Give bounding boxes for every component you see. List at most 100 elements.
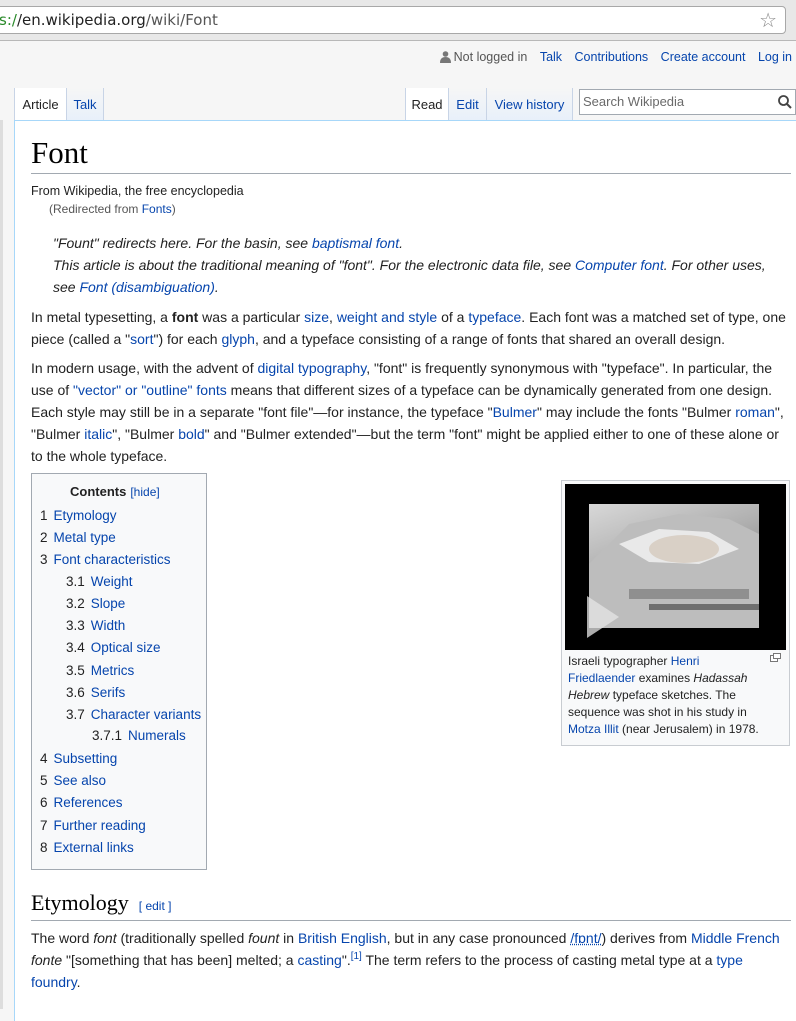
toc-item-number: 3.5 [66, 663, 85, 678]
toc-item-label[interactable]: Weight [91, 574, 133, 589]
glyph-link[interactable]: glyph [221, 331, 254, 347]
caption-italic: Hadassah [693, 671, 747, 685]
baptismal-font-link[interactable]: baptismal font [312, 235, 399, 251]
toc-item-label[interactable]: Serifs [91, 685, 126, 700]
caption-text: Israeli typographer [568, 654, 671, 668]
toc-item[interactable]: 3.5 Metrics [66, 663, 134, 678]
personal-tools: Not logged in Talk Contributions Create … [440, 49, 792, 64]
caption-text: sequence was shot in his study in [568, 705, 747, 719]
text: ", "Bulmer [112, 426, 178, 442]
text: ") for each [153, 331, 221, 347]
toc-item-label[interactable]: See also [54, 773, 107, 788]
casting-link[interactable]: casting [297, 952, 341, 968]
url-text: s://en.wikipedia.org/wiki/Font [0, 11, 218, 29]
text: Each style may still be in a separate "f… [31, 404, 493, 420]
weight-and-style-link[interactable]: weight and style [337, 309, 437, 325]
sort-link[interactable]: sort [130, 331, 153, 347]
henri-friedlaender-link[interactable]: Henri [671, 654, 700, 668]
text: The word [31, 930, 93, 946]
toc-item-label[interactable]: Optical size [91, 640, 161, 655]
sidebar-edge [0, 120, 3, 1009]
create-account-link[interactable]: Create account [661, 50, 746, 64]
toc-hide-toggle[interactable]: [hide] [130, 485, 159, 499]
caption-text: (near Jerusalem) in 1978. [619, 722, 759, 736]
toc-item[interactable]: 8 External links [40, 840, 134, 855]
toc-item-label[interactable]: Etymology [54, 508, 117, 523]
computer-font-link[interactable]: Computer font [575, 257, 664, 273]
italic-link[interactable]: italic [84, 426, 112, 442]
toc-item[interactable]: 3.3 Width [66, 618, 125, 633]
typeface-link[interactable]: typeface [468, 309, 521, 325]
bookmark-star-icon[interactable]: ☆ [759, 8, 777, 33]
toc-item[interactable]: 3.4 Optical size [66, 640, 161, 655]
reference-link[interactable]: [1] [351, 951, 362, 962]
toc-item[interactable]: 7 Further reading [40, 818, 146, 833]
toc-item-label[interactable]: Font characteristics [54, 552, 171, 567]
toc-item-label[interactable]: Further reading [54, 818, 146, 833]
roman-link[interactable]: roman [735, 404, 775, 420]
tab-edit[interactable]: Edit [449, 88, 487, 120]
not-logged-in-label: Not logged in [454, 50, 528, 64]
toc-item-label[interactable]: Metrics [91, 663, 135, 678]
address-bar[interactable]: s://en.wikipedia.org/wiki/Font ☆ [0, 6, 786, 34]
tab-view-history[interactable]: View history [487, 88, 573, 120]
italic-term: font [93, 930, 116, 946]
paragraph-line: use of "vector" or "outline" fonts means… [31, 379, 772, 401]
text: ", [775, 404, 784, 420]
search-icon[interactable] [776, 93, 794, 111]
toc-item-label[interactable]: Numerals [128, 728, 186, 743]
toc-item-label[interactable]: External links [54, 840, 134, 855]
search-input[interactable] [583, 94, 773, 109]
enlarge-icon[interactable] [770, 653, 781, 662]
caption-text: examines [635, 671, 693, 685]
toc-item-label[interactable]: Subsetting [54, 751, 118, 766]
outline-fonts-link[interactable]: "vector" or "outline" fonts [73, 382, 227, 398]
text: use of [31, 382, 73, 398]
british-english-link[interactable]: British English [298, 930, 387, 946]
digital-typography-link[interactable]: digital typography [257, 360, 366, 376]
type-foundry-link[interactable]: type [716, 952, 742, 968]
italic-term: fount [248, 930, 279, 946]
toc-item[interactable]: 1 Etymology [40, 508, 117, 523]
toc-item-number: 3 [40, 552, 48, 567]
toc-item[interactable]: 6 References [40, 795, 123, 810]
type-foundry-link[interactable]: foundry [31, 974, 77, 990]
redirect-prefix: (Redirected from [49, 202, 142, 216]
toc-item[interactable]: 4 Subsetting [40, 751, 117, 766]
ipa-pronunciation-link[interactable]: /fɒnt/ [570, 930, 601, 946]
bold-link[interactable]: bold [178, 426, 204, 442]
redirect-link[interactable]: Fonts [142, 202, 172, 216]
video-player[interactable] [565, 484, 786, 650]
toc-item[interactable]: 3.1 Weight [66, 574, 133, 589]
size-link[interactable]: size [304, 309, 329, 325]
tab-article[interactable]: Article [14, 88, 67, 120]
toc-item[interactable]: 5 See also [40, 773, 106, 788]
toc-item-label[interactable]: References [54, 795, 123, 810]
toc-item-label[interactable]: Width [91, 618, 126, 633]
log-in-link[interactable]: Log in [758, 50, 792, 64]
hatnote-text: . [399, 235, 403, 251]
henri-friedlaender-link[interactable]: Friedlaender [568, 671, 635, 685]
toc-item[interactable]: 3.7.1 Numerals [92, 728, 186, 743]
tab-talk[interactable]: Talk [67, 88, 104, 120]
font-disambiguation-link[interactable]: Font (disambiguation) [79, 279, 214, 295]
toc-item[interactable]: 3.2 Slope [66, 596, 125, 611]
toc-item-label[interactable]: Metal type [54, 530, 116, 545]
toc-item[interactable]: 2 Metal type [40, 530, 116, 545]
bulmer-link[interactable]: Bulmer [493, 404, 537, 420]
toc-item[interactable]: 3 Font characteristics [40, 552, 171, 567]
toc-item-label[interactable]: Slope [91, 596, 126, 611]
hatnote-fount: "Fount" redirects here. For the basin, s… [53, 235, 403, 251]
contributions-link[interactable]: Contributions [575, 50, 649, 64]
personal-talk-link[interactable]: Talk [540, 50, 562, 64]
text: "[something that has been] melted; a [62, 952, 297, 968]
italic-term: fonte [31, 952, 62, 968]
tab-read[interactable]: Read [405, 88, 449, 120]
edit-section-link[interactable]: [ edit ] [139, 899, 172, 913]
toc-item-label[interactable]: Character variants [91, 707, 201, 722]
toc-item[interactable]: 3.6 Serifs [66, 685, 125, 700]
play-icon[interactable] [587, 596, 619, 638]
motza-illit-link[interactable]: Motza Illit [568, 722, 619, 736]
middle-french-link[interactable]: Middle French [691, 930, 780, 946]
toc-item[interactable]: 3.7 Character variants [66, 707, 201, 722]
